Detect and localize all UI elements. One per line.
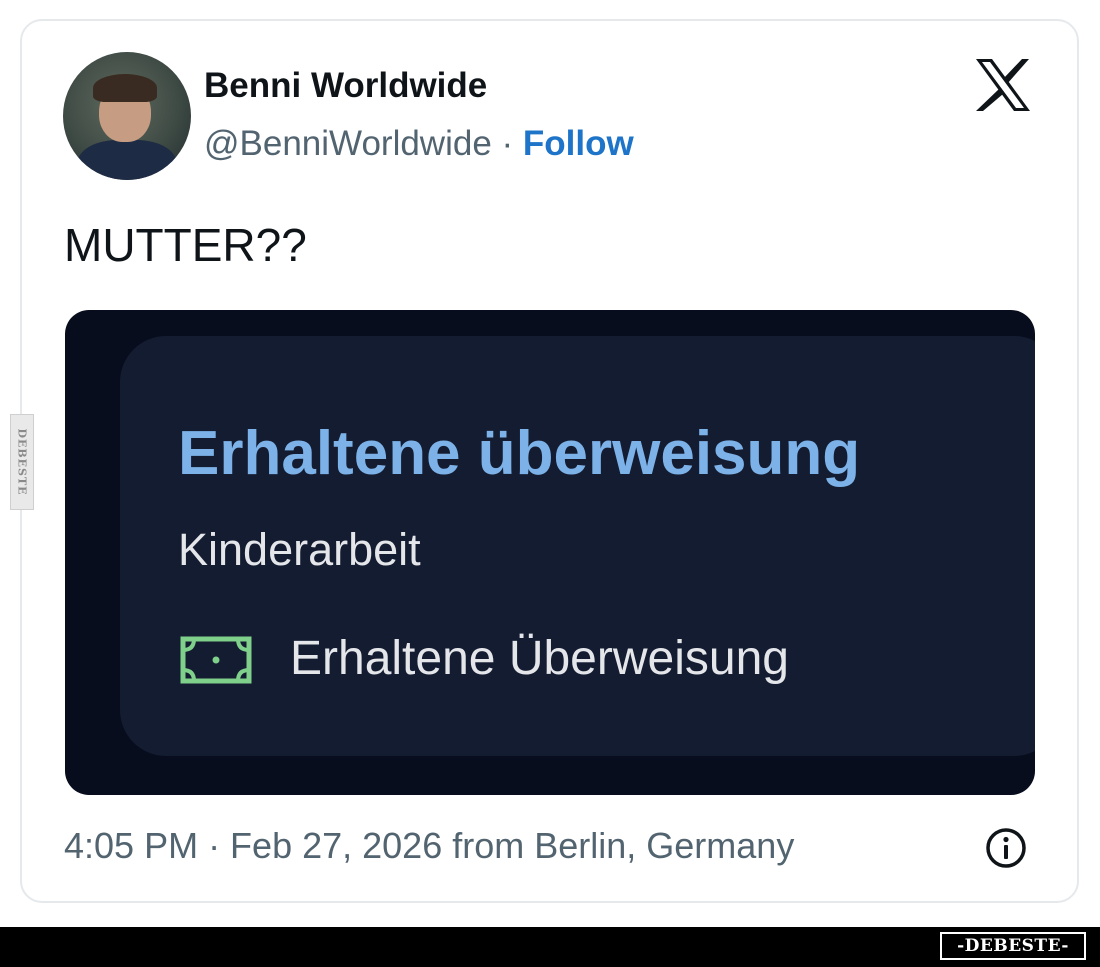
- tweet-timestamp[interactable]: 4:05 PM · Feb 27, 2026 from Berlin, Germ…: [64, 825, 794, 867]
- handle-row: @BenniWorldwide · Follow: [204, 124, 634, 164]
- notification-card: Erhaltene überweisung Kinderarbeit Erhal…: [120, 336, 1035, 756]
- avatar[interactable]: [63, 52, 191, 180]
- avatar-body: [77, 140, 177, 180]
- money-icon: [180, 636, 252, 684]
- notification-title: Erhaltene überweisung: [178, 419, 861, 488]
- tweet-media[interactable]: Erhaltene überweisung Kinderarbeit Erhal…: [65, 310, 1035, 795]
- x-logo-icon[interactable]: [972, 56, 1034, 114]
- user-handle[interactable]: @BenniWorldwide: [204, 124, 492, 163]
- notification-detail: Erhaltene Überweisung: [290, 632, 789, 685]
- display-name[interactable]: Benni Worldwide: [204, 66, 487, 106]
- side-watermark: DEBESTE: [10, 414, 34, 510]
- separator: ·: [491, 124, 523, 163]
- tweet-text: MUTTER??: [64, 219, 307, 271]
- side-watermark-text: DEBESTE: [15, 428, 29, 496]
- bottom-bar: [0, 927, 1100, 967]
- follow-button[interactable]: Follow: [523, 124, 634, 163]
- watermark-logo: -DEBESTE-: [940, 932, 1086, 960]
- info-icon[interactable]: [984, 826, 1028, 870]
- avatar-hair: [93, 74, 157, 102]
- notification-subtitle: Kinderarbeit: [178, 524, 421, 575]
